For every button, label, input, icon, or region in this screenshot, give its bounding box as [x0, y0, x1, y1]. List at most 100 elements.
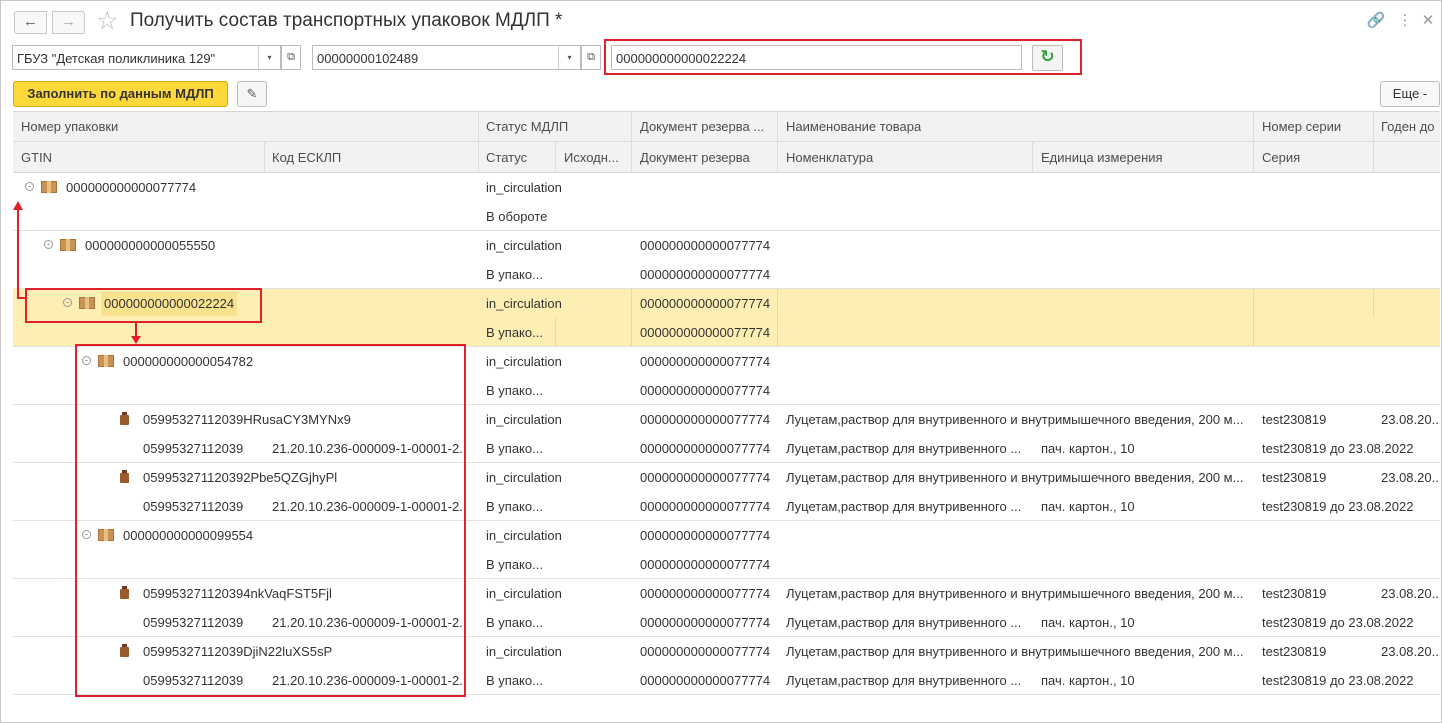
header-valid-to[interactable]: Годен до: [1381, 119, 1435, 134]
status-mdlp: in_circulation: [486, 180, 562, 195]
unit: пач. картон., 10: [1041, 441, 1135, 456]
reserve-doc-2: 000000000000077774: [640, 383, 771, 398]
status: В упако...: [486, 499, 543, 514]
reserve-doc: 000000000000077774: [640, 528, 771, 543]
header-series[interactable]: Серия: [1262, 150, 1300, 165]
arrow-right-icon: →: [61, 13, 76, 30]
chevron-down-icon[interactable]: ▾: [258, 46, 280, 69]
storage-field[interactable]: 00000000102489 ▾: [312, 45, 581, 70]
nomenclature: Луцетам,раствор для внутривенного ...: [786, 615, 1022, 630]
valid-to: 23.08.20...: [1381, 412, 1439, 427]
header-package-number[interactable]: Номер упаковки: [21, 119, 118, 134]
col-sep: [1373, 112, 1374, 172]
forward-button[interactable]: →: [52, 11, 85, 34]
annotation-arrow-connector: [17, 297, 26, 299]
link-icon[interactable]: 🔗: [1366, 11, 1386, 29]
package-box-icon: [60, 239, 76, 251]
more-button[interactable]: Еще -: [1380, 81, 1440, 107]
close-icon[interactable]: ✕: [1418, 11, 1438, 29]
status: В упако...: [486, 383, 543, 398]
package-code: 000000000000077774: [66, 180, 197, 195]
col-sep: [777, 112, 778, 172]
nomenclature: Луцетам,раствор для внутривенного ...: [786, 441, 1022, 456]
organization-value: ГБУЗ "Детская поликлиника 129": [17, 51, 216, 66]
reserve-doc: 000000000000077774: [640, 354, 771, 369]
package-code: 000000000000055550: [85, 238, 216, 253]
header-gtin[interactable]: GTIN: [21, 150, 52, 165]
back-button[interactable]: ←: [14, 11, 47, 34]
more-menu-icon[interactable]: ⋮: [1395, 11, 1415, 29]
organization-field[interactable]: ГБУЗ "Детская поликлиника 129" ▾: [12, 45, 281, 70]
col-sep: [777, 289, 778, 346]
col-sep: [478, 112, 479, 172]
header-source[interactable]: Исходн...: [564, 150, 626, 165]
reserve-doc: 000000000000077774: [640, 586, 771, 601]
reserve-doc-2: 000000000000077774: [640, 499, 771, 514]
col-sep: [555, 318, 556, 346]
collapse-icon[interactable]: -: [44, 240, 53, 249]
annotation-arrowhead-up: [13, 201, 23, 210]
header-series-number[interactable]: Номер серии: [1262, 119, 1341, 134]
reserve-doc: 000000000000077774: [640, 238, 771, 253]
chevron-down-icon[interactable]: ▾: [558, 46, 580, 69]
header-reserve-doc[interactable]: Документ резерва ...: [640, 119, 774, 134]
storage-value: 00000000102489: [317, 51, 419, 66]
page-title: Получить состав транспортных упаковок МД…: [130, 10, 563, 31]
fill-from-mdlp-button[interactable]: Заполнить по данным МДЛП: [13, 81, 228, 107]
status: В обороте: [486, 209, 548, 224]
series: test230819 до 23.08.2022: [1262, 673, 1414, 688]
series-number: test230819: [1262, 412, 1327, 427]
nomenclature: Луцетам,раствор для внутривенного ...: [786, 499, 1022, 514]
header-product-name[interactable]: Наименование товара: [786, 119, 921, 134]
reserve-doc-2: 000000000000077774: [640, 267, 771, 282]
col-sep: [1373, 289, 1374, 318]
header-status-mdlp[interactable]: Статус МДЛП: [486, 119, 568, 134]
col-sep: [1253, 289, 1254, 346]
annotation-arrow-up: [17, 208, 19, 297]
header-nomenclature[interactable]: Номенклатура: [786, 150, 873, 165]
series-number: test230819: [1262, 644, 1327, 659]
status-mdlp: in_circulation: [486, 470, 562, 485]
header-esklp[interactable]: Код ЕСКЛП: [272, 150, 341, 165]
status: В упако...: [486, 441, 543, 456]
product-name: Луцетам,раствор для внутривенного и внут…: [786, 412, 1244, 427]
col-sep: [631, 289, 632, 346]
header-status[interactable]: Статус: [486, 150, 527, 165]
status-mdlp: in_circulation: [486, 296, 562, 311]
header-divider: [13, 141, 1440, 142]
header-reserve-doc-2[interactable]: Документ резерва: [640, 150, 750, 165]
series: test230819 до 23.08.2022: [1262, 441, 1414, 456]
unit: пач. картон., 10: [1041, 615, 1135, 630]
open-storage-icon[interactable]: ⧉: [581, 45, 601, 70]
annotation-highlight-input: [604, 39, 1082, 75]
series: test230819 до 23.08.2022: [1262, 499, 1414, 514]
status-mdlp: in_circulation: [486, 586, 562, 601]
product-name: Луцетам,раствор для внутривенного и внут…: [786, 470, 1244, 485]
reserve-doc-2: 000000000000077774: [640, 557, 771, 572]
product-name: Луцетам,раствор для внутривенного и внут…: [786, 644, 1244, 659]
scanner-icon: ✎: [246, 86, 258, 101]
reserve-doc-2: 000000000000077774: [640, 441, 771, 456]
series: test230819 до 23.08.2022: [1262, 615, 1414, 630]
favorite-star-icon[interactable]: ☆: [96, 6, 118, 36]
header-unit[interactable]: Единица измерения: [1041, 150, 1163, 165]
status-mdlp: in_circulation: [486, 412, 562, 427]
reserve-doc: 000000000000077774: [640, 470, 771, 485]
status-mdlp: in_circulation: [486, 644, 562, 659]
valid-to: 23.08.20...: [1381, 470, 1439, 485]
nomenclature: Луцетам,раствор для внутривенного ...: [786, 673, 1022, 688]
valid-to: 23.08.20...: [1381, 644, 1439, 659]
collapse-icon[interactable]: -: [25, 182, 34, 191]
reserve-doc: 000000000000077774: [640, 412, 771, 427]
status: В упако...: [486, 557, 543, 572]
col-sep: [1032, 142, 1033, 172]
annotation-highlight-contents: [75, 344, 466, 697]
annotation-arrowhead-down: [131, 336, 141, 344]
scan-button[interactable]: ✎: [237, 81, 267, 107]
status: В упако...: [486, 615, 543, 630]
series-number: test230819: [1262, 470, 1327, 485]
open-organization-icon[interactable]: ⧉: [281, 45, 301, 70]
col-sep: [631, 112, 632, 172]
arrow-left-icon: ←: [23, 13, 38, 30]
unit: пач. картон., 10: [1041, 499, 1135, 514]
